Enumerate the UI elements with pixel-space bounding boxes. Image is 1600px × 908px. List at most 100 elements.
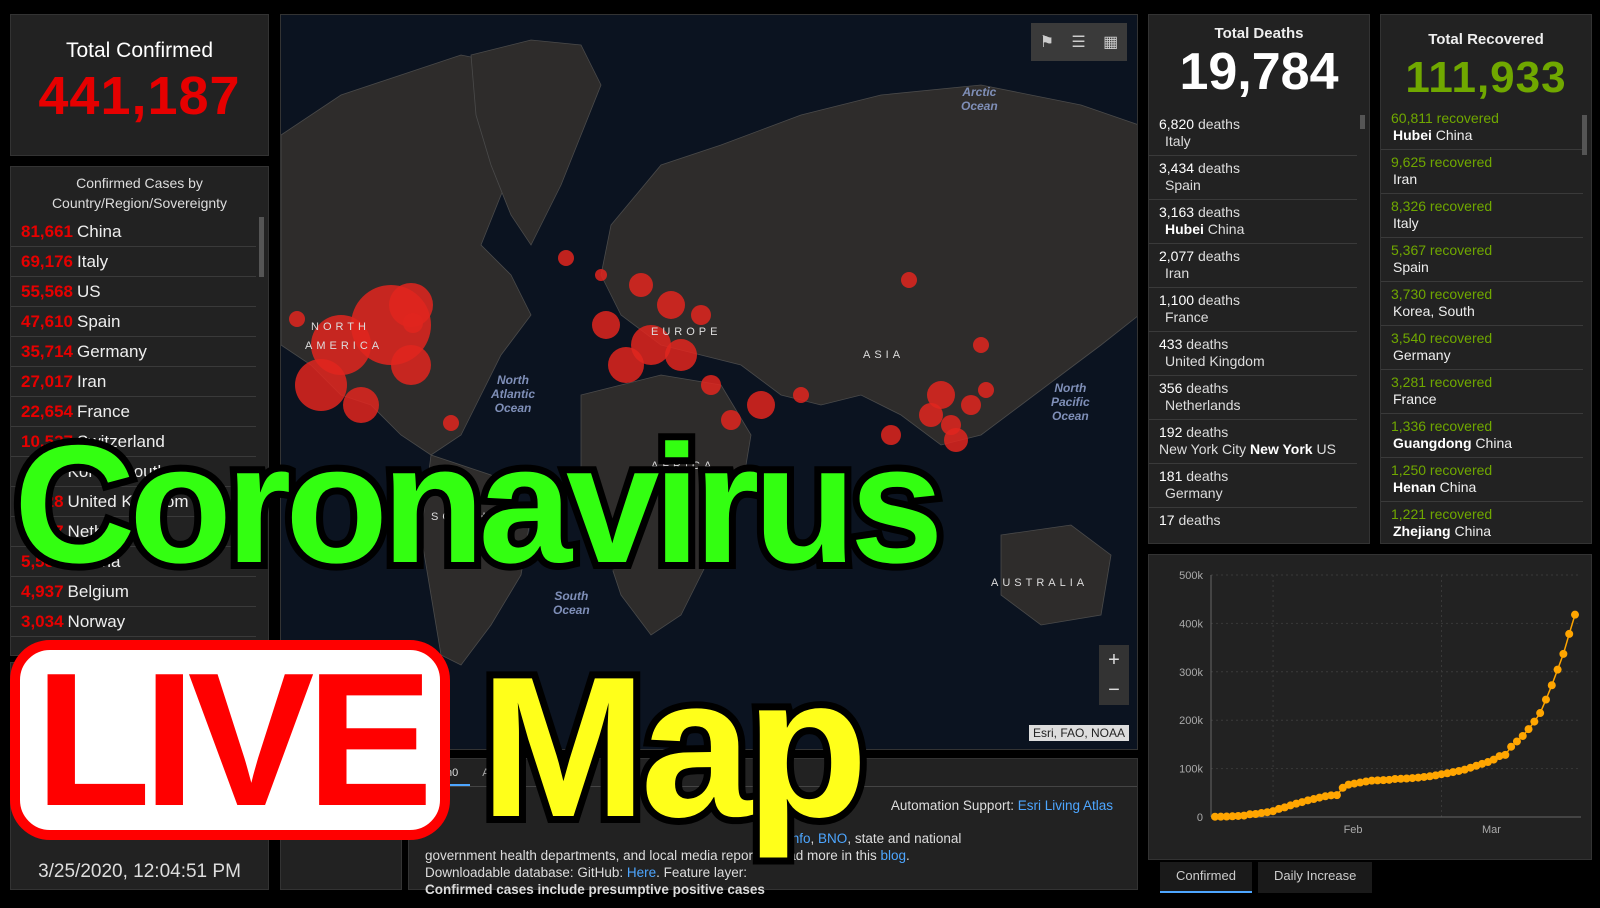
total-confirmed-panel: Total Confirmed 441,187 (10, 14, 269, 156)
deaths-location: Italy (1165, 133, 1191, 149)
confirmed-list-item[interactable]: 81,661 China (11, 217, 256, 247)
series-line-confirmed (1214, 614, 1576, 818)
bookmark-icon[interactable]: ⚑ (1040, 32, 1054, 52)
data-point (1541, 695, 1550, 704)
github-here-link[interactable]: Here (627, 865, 656, 880)
deaths-count-line: 1,100 deaths (1159, 292, 1240, 308)
recovered-count-line: 8,326 recovered (1391, 198, 1493, 214)
data-point (1332, 791, 1341, 800)
case-bubble (901, 272, 917, 288)
recovered-count-line: 60,811 recovered (1391, 110, 1499, 126)
country-name: US (77, 282, 101, 301)
deaths-list-item[interactable]: 2,077 deaths Iran (1149, 244, 1357, 288)
tab-daily-increase[interactable]: Daily Increase (1257, 862, 1373, 893)
deaths-list-item[interactable]: 3,163 deaths Hubei China (1149, 200, 1357, 244)
deaths-list-item[interactable]: 181 deaths Germany (1149, 464, 1357, 508)
zoom-out-button[interactable]: − (1099, 675, 1129, 705)
last-updated-date: 3/25/2020, 12:04:51 PM (38, 861, 241, 882)
info-line5-rest: . Feature layer: (656, 865, 747, 880)
australia-label: AUSTRALIA (991, 577, 1089, 589)
deaths-location: Spain (1165, 177, 1201, 193)
confirmed-list-scrollbar[interactable] (259, 217, 264, 277)
recovered-location: Italy (1393, 215, 1419, 231)
total-deaths-panel: Total Deaths 19,784 6,820 deaths Italy 3,4… (1148, 14, 1370, 544)
data-point (1571, 610, 1579, 619)
recovered-list-item[interactable]: 9,625 recovered Iran (1381, 150, 1583, 194)
recovered-list-item[interactable]: 8,326 recovered Italy (1381, 194, 1583, 238)
qr-grid-icon[interactable]: ▦ (1103, 32, 1118, 52)
deaths-list-item[interactable]: 17 deaths (1149, 508, 1357, 543)
case-bubble (978, 382, 994, 398)
total-recovered-panel: Total Recovered 111,933 60,811 recovered… (1380, 14, 1592, 544)
case-bubble (592, 311, 620, 339)
confirmed-list-header-line1: Confirmed Cases by (76, 175, 203, 191)
confirmed-list-item[interactable]: 69,176 Italy (11, 247, 256, 277)
esri-living-atlas-link[interactable]: Esri Living Atlas (1018, 798, 1113, 813)
tab-confirmed[interactable]: Confirmed (1160, 862, 1252, 893)
recovered-list-item[interactable]: 1,336 recovered Guangdong China (1381, 414, 1583, 458)
asia-label: ASIA (863, 349, 905, 361)
deaths-list-item[interactable]: 6,820 deaths Italy (1149, 112, 1357, 156)
data-point (1565, 629, 1574, 638)
list-icon[interactable]: ☰ (1071, 32, 1085, 52)
zoom-in-button[interactable]: + (1099, 645, 1129, 675)
confirmed-list-item[interactable]: 55,568 US (11, 277, 256, 307)
confirmed-chart: 0 100k 200k 300k 400k 500k Feb Mar (1179, 570, 1581, 836)
x-tick-label: Mar (1482, 824, 1501, 836)
recovered-list-item[interactable]: 3,540 recovered Germany (1381, 326, 1583, 370)
deaths-location: Netherlands (1165, 397, 1241, 413)
total-deaths-value: 19,784 (1179, 43, 1339, 101)
case-bubble (944, 428, 968, 452)
deaths-location: France (1165, 309, 1209, 325)
recovered-list: 60,811 recovered Hubei China 9,625 recover… (1381, 106, 1591, 543)
confirmed-list-item[interactable]: 3,034 Norway (11, 607, 256, 637)
recovered-list-item[interactable]: 3,281 recovered France (1381, 370, 1583, 414)
recovered-list-scrollbar[interactable] (1582, 115, 1587, 155)
recovered-list-item[interactable]: 1,221 recovered Zhejiang China (1381, 502, 1583, 543)
north-pacific-ocean-label: North Pacific Ocean (1051, 381, 1090, 423)
deaths-list-item[interactable]: 3,434 deaths Spain (1149, 156, 1357, 200)
deaths-list-scrollbar[interactable] (1360, 115, 1365, 129)
recovered-location: Spain (1393, 259, 1429, 275)
deaths-list-item[interactable]: 1,100 deaths France (1149, 288, 1357, 332)
data-point (1512, 737, 1521, 746)
confirmed-list-item[interactable]: 47,610 Spain (11, 307, 256, 337)
data-point (1501, 750, 1510, 759)
recovered-list-item[interactable]: 5,367 recovered Spain (1381, 238, 1583, 282)
confirmed-list-item[interactable]: 35,714 Germany (11, 337, 256, 367)
overlay-title-map: Map (473, 636, 875, 859)
total-deaths-title: Total Deaths (1214, 25, 1304, 42)
country-name: Spain (77, 312, 121, 331)
recovered-count-line: 1,336 recovered (1391, 418, 1493, 434)
deaths-list-item[interactable]: 192 deaths New York City New York US (1149, 420, 1357, 464)
case-bubble (665, 339, 697, 371)
confirmed-list-item[interactable]: 27,017 Iran (11, 367, 256, 397)
info-line6: Confirmed cases include presumptive posi… (425, 882, 765, 897)
recovered-list-item[interactable]: 3,730 recovered Korea, South (1381, 282, 1583, 326)
data-point (1518, 731, 1527, 740)
recovered-count-line: 1,221 recovered (1391, 506, 1493, 522)
y-tick-label: 100k (1179, 764, 1203, 776)
deaths-location: New York City New York US (1159, 441, 1336, 457)
confirmed-count: 35,714 (21, 342, 73, 361)
deaths-count-line: 17 deaths (1159, 512, 1221, 528)
case-bubble (608, 347, 644, 383)
case-bubble (691, 305, 711, 325)
case-bubble (701, 375, 721, 395)
deaths-count-line: 3,163 deaths (1159, 204, 1240, 220)
data-point (1547, 681, 1556, 690)
case-bubble (289, 311, 305, 327)
confirmed-list-header-line2: Country/Region/Sovereignty (51, 195, 228, 211)
recovered-location: Hubei China (1393, 127, 1473, 143)
deaths-list-item[interactable]: 433 deaths United Kingdom (1149, 332, 1357, 376)
country-name: China (77, 222, 122, 241)
recovered-list-item[interactable]: 60,811 recovered Hubei China (1381, 106, 1583, 150)
recovered-count-line: 5,367 recovered (1391, 242, 1493, 258)
blog-link[interactable]: blog (881, 848, 907, 863)
data-point (1524, 725, 1533, 734)
total-confirmed-title: Total Confirmed (65, 39, 214, 62)
recovered-list-item[interactable]: 1,250 recovered Henan China (1381, 458, 1583, 502)
deaths-list-item[interactable]: 356 deaths Netherlands (1149, 376, 1357, 420)
recovered-count-line: 3,281 recovered (1391, 374, 1493, 390)
info-line3: , state and national (847, 831, 962, 846)
